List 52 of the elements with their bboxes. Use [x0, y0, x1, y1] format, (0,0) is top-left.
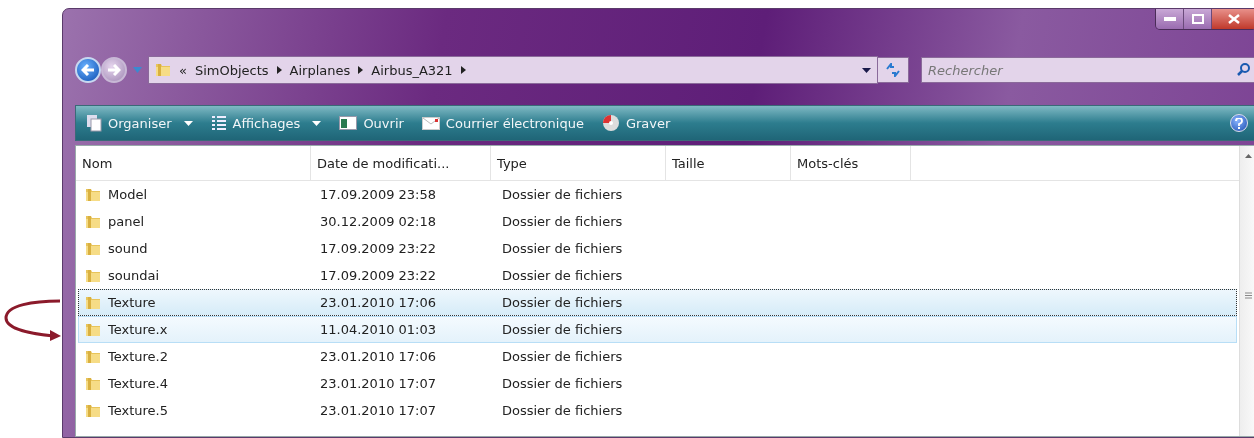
file-name: Texture.4	[108, 376, 168, 391]
file-name: Texture.x	[108, 322, 168, 337]
date-cell-text: 23.01.2010 17:06	[319, 349, 438, 364]
file-row[interactable]: Texture 23.01.2010 17:06 Dossier de fichiers	[78, 289, 1237, 316]
file-row[interactable]: Model 17.09.2009 23:58 Dossier de fichiers	[78, 181, 1237, 208]
file-name: Model	[108, 187, 148, 202]
search-field[interactable]: Rechercher	[921, 57, 1254, 83]
file-row[interactable]: panel 30.12.2009 02:18 Dossier de fichiers	[78, 208, 1237, 235]
file-name: Texture.2	[108, 349, 168, 364]
date-cell-text: 23.01.2010 17:07	[319, 403, 438, 418]
file-name: sound	[108, 241, 148, 256]
date-cell-text: 17.09.2009 23:22	[319, 268, 438, 283]
type-cell-text: Dossier de fichiers	[501, 187, 624, 202]
file-name: Texture	[108, 295, 156, 310]
file-row[interactable]: Texture.x 11.04.2010 01:03 Dossier de fichiers	[78, 316, 1237, 343]
file-row[interactable]: Texture.2 23.01.2010 17:06 Dossier de fichiers	[78, 343, 1237, 370]
column-header[interactable]: Type	[491, 146, 666, 180]
overflow-chevron[interactable]: «	[179, 62, 187, 78]
type-cell-text: Dossier de fichiers	[501, 376, 624, 391]
type-cell-text: Dossier de fichiers	[501, 214, 624, 229]
breadcrumb[interactable]: Airplanes	[289, 62, 351, 78]
type-cell-text: Dossier de fichiers	[501, 322, 624, 337]
date-cell-text: 23.01.2010 17:06	[319, 295, 438, 310]
column-header[interactable]: Nom	[76, 146, 311, 180]
date-cell-text: 23.01.2010 17:07	[319, 376, 438, 391]
breadcrumb[interactable]: SimObjects	[194, 62, 269, 78]
toolbar-button[interactable]: Organiser	[84, 112, 195, 134]
file-name: Texture.5	[108, 403, 168, 418]
date-cell-text: 30.12.2009 02:18	[319, 214, 438, 229]
toolbar-button[interactable]: Graver	[599, 112, 673, 134]
column-header[interactable]: Taille	[666, 146, 791, 180]
breadcrumb[interactable]: Airbus_A321	[371, 62, 453, 78]
file-row[interactable]: Texture.5 23.01.2010 17:07 Dossier de fichiers	[78, 397, 1237, 424]
column-header[interactable]: Date de modificati...	[311, 146, 491, 180]
type-cell-text: Dossier de fichiers	[501, 241, 624, 256]
column-header[interactable]: Mots-clés	[791, 146, 911, 180]
toolbar-button[interactable]: Courrier électronique	[419, 113, 586, 133]
date-cell-text: 17.09.2009 23:58	[319, 187, 438, 202]
date-cell-text: 11.04.2010 01:03	[319, 322, 438, 337]
toolbar-button[interactable]: Ouvrir	[337, 113, 406, 133]
type-cell-text: Dossier de fichiers	[501, 349, 624, 364]
type-cell-text: Dossier de fichiers	[501, 268, 624, 283]
file-name: soundai	[108, 268, 160, 283]
address-bar[interactable]: « SimObjects Airplanes Airbus_A321	[148, 56, 878, 84]
type-cell-text: Dossier de fichiers	[501, 295, 624, 310]
file-row[interactable]: sound 17.09.2009 23:22 Dossier de fichiers	[78, 235, 1237, 262]
file-name: panel	[108, 214, 145, 229]
file-row[interactable]: Texture.4 23.01.2010 17:07 Dossier de fichiers	[78, 370, 1237, 397]
file-row[interactable]: soundai 17.09.2009 23:22 Dossier de fichiers	[78, 262, 1237, 289]
type-cell-text: Dossier de fichiers	[501, 403, 624, 418]
toolbar-button[interactable]: Affichages	[208, 113, 324, 133]
date-cell-text: 17.09.2009 23:22	[319, 241, 438, 256]
